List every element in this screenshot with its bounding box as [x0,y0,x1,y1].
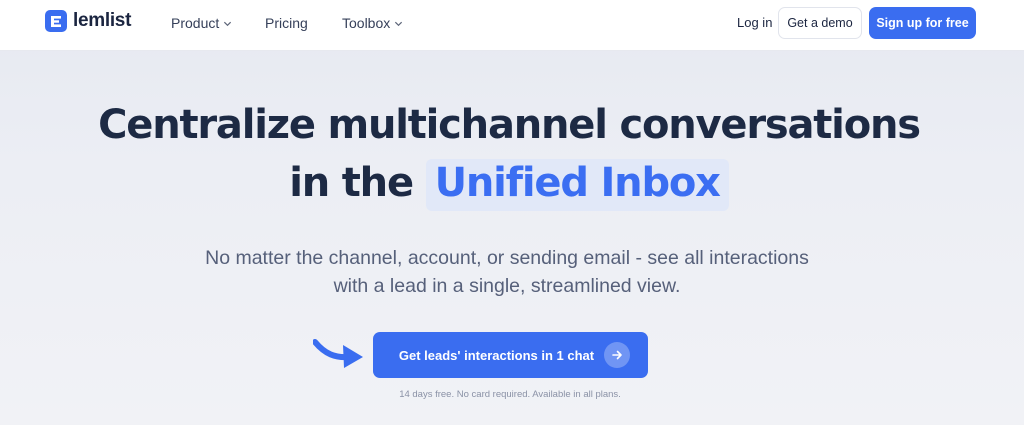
brand-name: lemlist [73,10,132,31]
hero-subtitle-line2: with a lead in a single, streamlined vie… [333,275,681,297]
top-navbar: lemlist Product Pricing Toolbox Log in G… [0,0,1024,51]
hero-title-line2: in the Unified Inbox [0,159,1021,211]
cta-label: Get leads' interactions in 1 chat [398,347,595,363]
hero-title-prefix: in the [289,160,414,206]
hero-subtitle-line1: No matter the channel, account, or sendi… [205,247,809,269]
login-link[interactable]: Log in [737,15,772,30]
get-demo-button[interactable]: Get a demo [778,7,862,39]
brand-logo[interactable]: lemlist [45,10,131,32]
nav-item-pricing[interactable]: Pricing [265,15,308,31]
signup-button[interactable]: Sign up for free [869,7,976,39]
curved-arrow-icon [313,339,363,368]
hero-title-highlight: Unified Inbox [425,159,729,211]
lemlist-logo-icon [45,10,67,32]
cta-button[interactable]: Get leads' interactions in 1 chat [373,332,648,378]
chevron-down-icon [395,21,403,26]
nav-item-label: Pricing [265,15,308,31]
cta-note: 14 days free. No card required. Availabl… [399,389,621,400]
chevron-down-icon [224,21,232,26]
nav-item-label: Toolbox [342,15,391,31]
arrow-right-icon [604,342,631,368]
nav-item-toolbox[interactable]: Toolbox [342,15,403,31]
nav-item-product[interactable]: Product [171,15,232,31]
hero-title-line1: Centralize multichannel conversations [98,102,921,148]
nav-item-label: Product [171,15,220,31]
